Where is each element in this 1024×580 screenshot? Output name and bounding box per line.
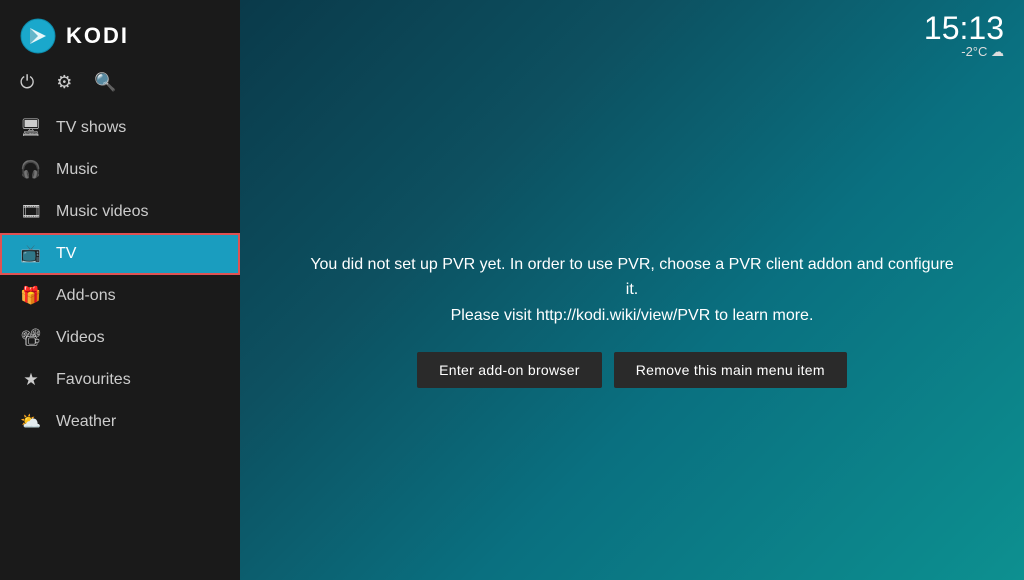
app-title: KODI <box>66 23 129 49</box>
videos-label: Videos <box>56 329 105 347</box>
tv-shows-label: TV shows <box>56 119 126 137</box>
enter-addon-browser-button[interactable]: Enter add-on browser <box>417 352 602 388</box>
toolbar: ⏻ ⚙ 🔍 <box>0 64 240 107</box>
videos-icon: 📽 <box>20 328 42 348</box>
clock-time: 15:13 <box>924 12 1004 44</box>
logo-area: KODI <box>0 0 240 64</box>
sidebar-item-tv-shows[interactable]: 🖥 TV shows <box>0 107 240 149</box>
main-content: 15:13 -2°C ☁ You did not set up PVR yet.… <box>240 0 1024 580</box>
sidebar-item-music[interactable]: 🎧 Music <box>0 149 240 191</box>
settings-icon[interactable]: ⚙ <box>56 72 72 93</box>
favourites-icon: ★ <box>20 370 42 390</box>
nav-items: 🖥 TV shows 🎧 Music 🎞 Music videos 📺 TV 🎁 Add-ons 📽… <box>0 107 240 580</box>
tv-icon: 📺 <box>20 244 42 264</box>
tv-label: TV <box>56 245 76 263</box>
add-ons-icon: 🎁 <box>20 286 42 306</box>
music-label: Music <box>56 161 98 179</box>
weather-icon: ⛅ <box>20 412 42 432</box>
music-icon: 🎧 <box>20 160 42 180</box>
pvr-message: You did not set up PVR yet. In order to … <box>307 252 957 329</box>
sidebar-item-music-videos[interactable]: 🎞 Music videos <box>0 191 240 233</box>
weather-label: Weather <box>56 413 116 431</box>
add-ons-label: Add-ons <box>56 287 116 305</box>
clock-area: 15:13 -2°C ☁ <box>924 12 1004 60</box>
music-videos-label: Music videos <box>56 203 148 221</box>
remove-menu-item-button[interactable]: Remove this main menu item <box>614 352 847 388</box>
kodi-logo-icon <box>20 18 56 54</box>
tv-shows-icon: 🖥 <box>20 118 42 138</box>
sidebar-item-videos[interactable]: 📽 Videos <box>0 317 240 359</box>
top-bar: 15:13 -2°C ☁ <box>240 0 1024 60</box>
clock-meta: -2°C ☁ <box>924 44 1004 60</box>
pvr-message-line2: Please visit http://kodi.wiki/view/PVR t… <box>451 307 814 324</box>
sidebar-item-favourites[interactable]: ★ Favourites <box>0 359 240 401</box>
music-videos-icon: 🎞 <box>20 202 42 222</box>
pvr-buttons: Enter add-on browser Remove this main me… <box>417 352 847 388</box>
sidebar-item-add-ons[interactable]: 🎁 Add-ons <box>0 275 240 317</box>
pvr-message-line1: You did not set up PVR yet. In order to … <box>310 256 953 299</box>
search-icon[interactable]: 🔍 <box>94 72 116 93</box>
sidebar-item-weather[interactable]: ⛅ Weather <box>0 401 240 443</box>
favourites-label: Favourites <box>56 371 131 389</box>
sidebar-item-tv[interactable]: 📺 TV <box>0 233 240 275</box>
power-icon[interactable]: ⏻ <box>20 72 34 93</box>
sidebar: KODI ⏻ ⚙ 🔍 🖥 TV shows 🎧 Music 🎞 Music videos 📺… <box>0 0 240 580</box>
pvr-message-area: You did not set up PVR yet. In order to … <box>240 60 1024 580</box>
